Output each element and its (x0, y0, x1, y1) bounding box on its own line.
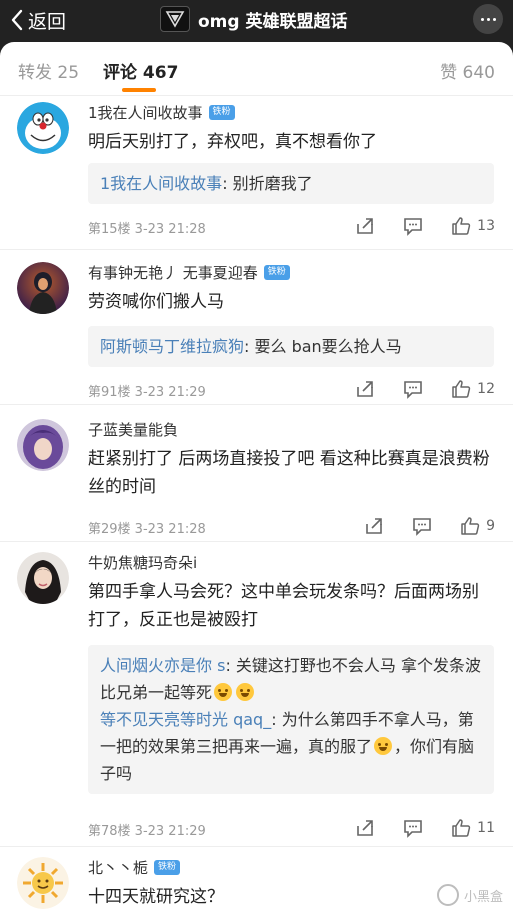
xiaoheihe-logo-icon (436, 884, 459, 906)
share-icon (357, 381, 373, 397)
comment-username[interactable]: 北丶丶栀 铁粉 (88, 857, 181, 878)
salute-emoji-icon (374, 737, 393, 755)
reply-button[interactable] (403, 818, 451, 838)
thumbs-up-icon (452, 819, 471, 837)
comment-username[interactable]: 牛奶焦糖玛奇朵i (88, 552, 197, 573)
grimace-emoji-icon (236, 683, 255, 701)
page-title-group[interactable]: omg 英雄联盟超话 (160, 4, 347, 34)
more-dot (492, 17, 496, 21)
reply-button[interactable] (403, 379, 451, 399)
comment-item: 子蓝美量能負 赶紧别打了 后两场直接投了吧 看这种比赛真是浪费粉丝的时间 第29… (0, 405, 513, 542)
omg-logo-icon (160, 6, 190, 32)
reply-button[interactable] (403, 216, 451, 236)
reply-box[interactable]: 阿斯顿马丁维拉疯狗: 要么 ban要么抢人马 (88, 326, 494, 367)
tab-comments[interactable]: 评论 467 (103, 58, 178, 83)
like-button[interactable]: 11 (451, 818, 495, 838)
comment-meta: 第15楼 3-23 21:28 (88, 222, 206, 237)
comment-text: 十四天就研究这？ (88, 887, 224, 907)
comment-item: 有事钟无艳丿 无事夏迎春 铁粉 劳资喊你们搬人马 阿斯顿马丁维拉疯狗: 要么 ba… (0, 250, 513, 405)
username-text: 有事钟无艳丿 无事夏迎春 (88, 264, 258, 282)
username-text: 北丶丶栀 (88, 859, 149, 877)
like-button[interactable]: 13 (451, 216, 495, 236)
more-dot (486, 17, 490, 21)
chevron-left-icon (11, 9, 23, 31)
active-tab-indicator (122, 88, 156, 92)
comment-icon (404, 218, 422, 236)
back-label: 返回 (28, 10, 67, 33)
like-count: 13 (477, 218, 495, 234)
comment-icon (404, 381, 422, 399)
like-button[interactable]: 12 (451, 379, 495, 399)
reply-username[interactable]: 人间烟火亦是你 s (100, 656, 225, 675)
reply-box[interactable]: 人间烟火亦是你 s: 关键这打野也不会人马 拿个发条波比兄弟一起等死 等不见天亮… (88, 645, 494, 794)
tab-likes[interactable]: 赞 640 (440, 58, 495, 83)
comment-text: 劳资喊你们搬人马 (88, 292, 224, 312)
reply-box[interactable]: 1我在人间收故事: 别折磨我了 (88, 163, 494, 204)
reply-username[interactable]: 1我在人间收故事 (100, 174, 222, 193)
girl-avatar-icon[interactable] (17, 552, 69, 604)
tab-reposts[interactable]: 转发 25 (18, 58, 79, 83)
fan-badge: 铁粉 (208, 105, 235, 120)
comment-icon (413, 518, 431, 536)
purple-hair-avatar-icon[interactable] (17, 419, 69, 471)
reply-username[interactable]: 等不见天亮等时光 qaq_ (100, 710, 271, 729)
page-title: omg 英雄联盟超话 (198, 11, 348, 32)
reply-item: 人间烟火亦是你 s: 关键这打野也不会人马 拿个发条波比兄弟一起等死 (100, 652, 482, 706)
comment-text: 明后天别打了，弃权吧，真不想看你了 (88, 132, 377, 152)
reply-text: : 别折磨我了 (222, 174, 313, 193)
comment-actions: 12 (355, 379, 495, 399)
comment-meta: 第91楼 3-23 21:29 (88, 385, 206, 400)
comment-meta: 第78楼 3-23 21:29 (88, 824, 206, 839)
reply-item: 等不见天亮等时光 qaq_: 为什么第四手不拿人马，第一把的效果第三把再来一遍，… (100, 706, 482, 787)
like-button[interactable]: 9 (460, 516, 495, 536)
fan-badge: 铁粉 (154, 860, 181, 875)
more-dots-icon (480, 17, 484, 21)
reply-button[interactable] (412, 516, 460, 536)
back-button[interactable]: 返回 (10, 5, 66, 35)
comment-meta: 第29楼 3-23 21:28 (88, 522, 206, 537)
thumbs-up-icon (452, 380, 471, 398)
comment-actions: 11 (355, 818, 495, 838)
share-button[interactable] (355, 216, 403, 236)
username-text: 牛奶焦糖玛奇朵i (88, 554, 198, 572)
more-options-button[interactable] (473, 4, 503, 34)
thumbs-up-icon (461, 517, 480, 535)
tab-bar: 转发 25 评论 467 赞 640 (0, 42, 513, 96)
comment-text: 第四手拿人马会死？这中单会玩发条吗？后面两场别打了，反正也是被殴打 (88, 582, 479, 630)
thumbs-up-icon (452, 217, 471, 235)
watermark-text: 小黑盒 (463, 889, 503, 905)
comment-item: 牛奶焦糖玛奇朵i 第四手拿人马会死？这中单会玩发条吗？后面两场别打了，反正也是被… (0, 542, 513, 847)
comment-icon (404, 820, 422, 838)
watermark: 小黑盒 (436, 884, 503, 906)
sun-avatar-icon[interactable] (17, 857, 69, 909)
share-icon (366, 518, 382, 534)
reply-text: : 要么 ban要么抢人马 (244, 337, 402, 356)
doraemon-avatar-icon[interactable] (17, 102, 69, 154)
comments-sheet: 转发 25 评论 467 赞 640 1我在人间收故事 铁粉 明后天别打了，弃权吧… (0, 42, 513, 916)
top-bar: 返回 omg 英雄联盟超话 (0, 0, 513, 40)
comment-username[interactable]: 子蓝美量能負 (88, 419, 178, 440)
like-count: 9 (486, 518, 495, 534)
username-text: 子蓝美量能負 (88, 421, 179, 439)
share-button[interactable] (364, 516, 412, 536)
username-text: 1我在人间收故事 (88, 104, 203, 122)
comment-username[interactable]: 有事钟无艳丿 无事夏迎春 铁粉 (88, 262, 290, 283)
reply-username[interactable]: 阿斯顿马丁维拉疯狗 (100, 337, 244, 356)
share-icon (357, 218, 373, 234)
comment-actions: 9 (364, 516, 495, 536)
grimace-emoji-icon (214, 683, 233, 701)
fan-badge: 铁粉 (263, 265, 290, 280)
comment-username[interactable]: 1我在人间收故事 铁粉 (88, 102, 235, 123)
comment-actions: 13 (355, 216, 495, 236)
comment-text: 赶紧别打了 后两场直接投了吧 看这种比赛真是浪费粉丝的时间 (88, 449, 490, 497)
like-count: 11 (477, 820, 495, 836)
character-avatar-icon[interactable] (17, 262, 69, 314)
like-count: 12 (477, 381, 495, 397)
share-icon (357, 820, 373, 836)
share-button[interactable] (355, 818, 403, 838)
share-button[interactable] (355, 379, 403, 399)
comment-item: 1我在人间收故事 铁粉 明后天别打了，弃权吧，真不想看你了 1我在人间收故事: 别… (0, 98, 513, 250)
